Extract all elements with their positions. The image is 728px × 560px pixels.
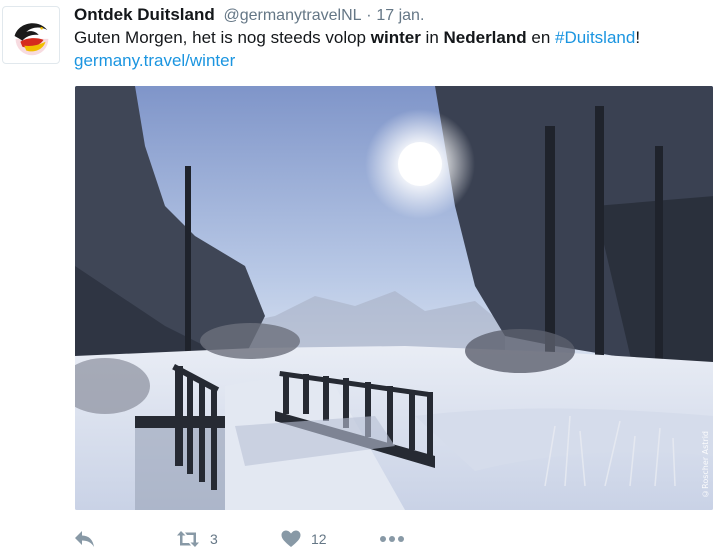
text-part: !: [635, 28, 641, 47]
retweet-icon: [177, 531, 199, 547]
avatar[interactable]: [2, 6, 60, 64]
text-part: Guten Morgen, het is nog steeds volop: [74, 28, 371, 47]
tweet-actions: 3 12: [74, 526, 714, 552]
photo-watermark: ©Roscher Astrid: [701, 431, 710, 498]
like-button[interactable]: 12: [281, 526, 327, 552]
tweet-photo[interactable]: ©Roscher Astrid: [75, 86, 713, 510]
tweet-timestamp[interactable]: 17 jan.: [376, 7, 424, 24]
hashtag-link[interactable]: #Duitsland: [555, 28, 635, 47]
like-count: 12: [311, 531, 327, 547]
heart-icon: [281, 530, 301, 547]
tweet-text: Guten Morgen, het is nog steeds volop wi…: [74, 27, 714, 49]
url-link[interactable]: germany.travel/winter: [74, 51, 235, 70]
tweet: Ontdek Duitsland @germanytravelNL · 17 j…: [0, 0, 728, 560]
text-part: en: [526, 28, 555, 47]
winter-park-photo: [75, 86, 713, 510]
retweet-button[interactable]: 3: [176, 526, 218, 552]
reply-icon: [75, 531, 94, 547]
german-eagle-logo-icon: [14, 20, 49, 56]
more-dots-icon: [380, 536, 404, 542]
more-options-button[interactable]: [379, 526, 405, 552]
reply-button[interactable]: [74, 526, 96, 552]
author-handle[interactable]: @germanytravelNL: [223, 7, 361, 24]
text-bold-nederland: Nederland: [443, 28, 527, 47]
author-name[interactable]: Ontdek Duitsland: [74, 5, 215, 24]
header-separator: ·: [366, 7, 372, 24]
text-bold-winter: winter: [370, 28, 421, 47]
tweet-header: Ontdek Duitsland @germanytravelNL · 17 j…: [74, 4, 424, 26]
text-part: in: [420, 28, 444, 47]
retweet-count: 3: [210, 531, 218, 547]
